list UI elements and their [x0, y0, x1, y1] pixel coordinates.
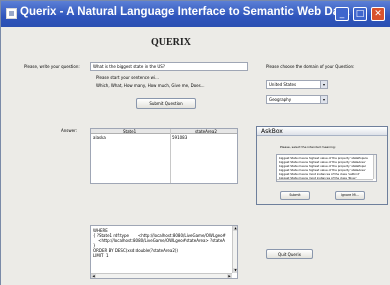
askbox-prompt: Please, select the intended meaning: [280, 145, 336, 149]
chevron-down-icon[interactable]: ▾ [320, 81, 327, 88]
chevron-down-icon[interactable]: ▾ [320, 96, 327, 103]
hint-line-2: Which, What, How many, How much, Give me… [96, 83, 205, 88]
quit-button[interactable]: Quit Querix [266, 249, 313, 259]
column-header[interactable]: State1 [123, 129, 136, 134]
scroll-down-icon[interactable]: ▼ [233, 268, 237, 273]
window-title: Querix - A Natural Language Interface to… [20, 6, 350, 18]
domain-label: Please choose the domain of your Questio… [266, 64, 355, 69]
page-heading: QUERIX [151, 37, 192, 48]
close-button[interactable]: ✕ [371, 7, 385, 21]
scroll-left-icon[interactable]: ◀ [91, 274, 96, 278]
topic-select[interactable]: Geography ▾ [266, 95, 328, 104]
horizontal-scrollbar[interactable]: ◀ ▶ [91, 273, 232, 278]
column-divider [170, 129, 171, 183]
askbox-title[interactable]: AskBox [257, 127, 387, 136]
hint-line-1: Please start your sentence wi... [96, 75, 159, 80]
meaning-list[interactable]: biggest State means highest value of the… [276, 154, 377, 182]
query-line: LIMIT 1 [93, 253, 109, 258]
vertical-scrollbar[interactable]: ▲ ▼ [232, 226, 237, 273]
askbox-submit-button[interactable]: Submit [280, 191, 310, 200]
minimize-button[interactable]: _ [335, 7, 349, 21]
question-input[interactable]: What is the biggest state in the US? [90, 62, 248, 71]
query-line: <http://localhost:8080/LiveGame/OWLgeo#s… [93, 238, 226, 243]
title-bar[interactable]: Querix - A Natural Language Interface to… [1, 1, 390, 27]
answer-label: Answer: [61, 128, 78, 133]
main-panel: QUERIX Please, write your question: What… [1, 27, 390, 285]
horizontal-scrollbar[interactable] [277, 179, 373, 181]
querix-window: Querix - A Natural Language Interface to… [0, 0, 390, 285]
sparql-query-area[interactable]: WHERE { ?State1 rdf:type <http://localho… [90, 225, 238, 279]
scroll-right-icon[interactable]: ▶ [227, 274, 232, 278]
answer-table: State1 stateArea2 alaska 591083 [90, 128, 238, 184]
scroll-up-icon[interactable]: ▲ [233, 226, 237, 231]
topic-select-value: Geography [269, 97, 292, 102]
submit-question-button[interactable]: Submit Question [136, 98, 196, 109]
domain-select[interactable]: United States ▾ [266, 80, 328, 89]
maximize-button[interactable]: □ [353, 7, 367, 21]
column-header[interactable]: stateArea2 [195, 129, 217, 134]
table-header: State1 stateArea2 [91, 129, 237, 134]
askbox-dialog: AskBox Please, select the intended meani… [256, 126, 388, 205]
vertical-scrollbar[interactable] [373, 155, 376, 179]
domain-select-value: United States [269, 82, 297, 87]
askbox-ignore-button[interactable]: Ignore Mi... [335, 191, 365, 200]
table-cell[interactable]: alaska [93, 135, 106, 140]
app-icon [6, 8, 17, 19]
question-label: Please, write your question: [24, 64, 80, 69]
table-cell[interactable]: 591083 [172, 135, 187, 140]
